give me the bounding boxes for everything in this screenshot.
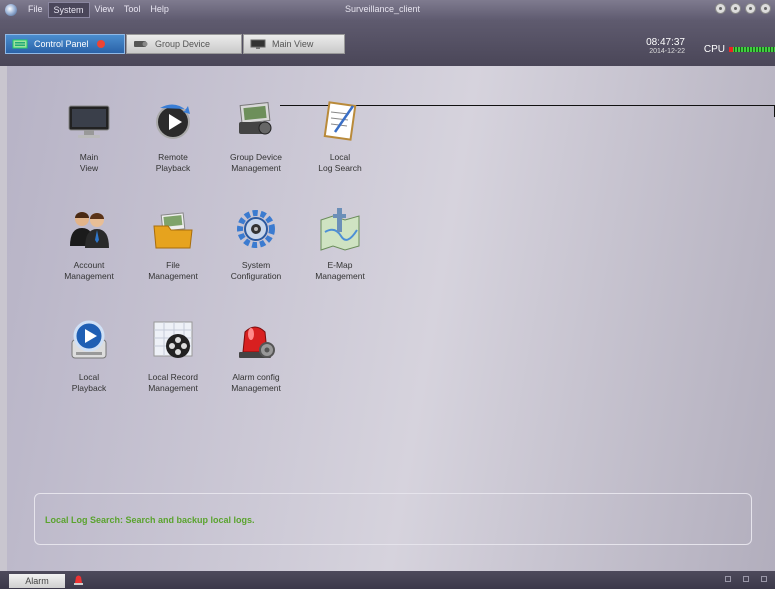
app-logo-icon bbox=[5, 4, 17, 16]
alarm-config-management-label: Alarm config Management bbox=[231, 372, 281, 393]
window-title: Surveillance_client bbox=[345, 4, 421, 14]
restore-icon[interactable] bbox=[743, 576, 749, 582]
system-configuration-label: System Configuration bbox=[230, 260, 282, 281]
main-view-item[interactable]: Main View bbox=[49, 98, 129, 174]
pin-icon[interactable] bbox=[725, 576, 731, 582]
local-playback-label: Local Playback bbox=[71, 372, 107, 393]
clock: 08:47:37 2014-12-22 bbox=[646, 38, 685, 56]
control-panel-area: Main View Remote Playback Group Device M… bbox=[7, 66, 775, 571]
local-log-search-item[interactable]: Local Log Search bbox=[300, 98, 380, 174]
tab-bar: Control Panel Group Device Main View 08:… bbox=[0, 20, 775, 66]
close-tab-icon[interactable] bbox=[96, 40, 105, 48]
alarm-icon bbox=[239, 326, 275, 358]
menu-bar: File System View Tool Help bbox=[23, 2, 174, 18]
settings-window-button[interactable] bbox=[715, 3, 726, 14]
cpu-label: CPU bbox=[703, 44, 725, 55]
group-device-management-label: Group Device Management bbox=[230, 152, 282, 173]
map-icon bbox=[320, 208, 360, 251]
status-bar-controls bbox=[725, 576, 767, 582]
menu-help[interactable]: Help bbox=[145, 2, 174, 18]
folder-icon bbox=[153, 212, 193, 249]
menu-system[interactable]: System bbox=[47, 2, 90, 18]
log-search-icon bbox=[323, 101, 357, 141]
file-management-item[interactable]: File Management bbox=[133, 206, 213, 282]
close-icon[interactable] bbox=[761, 576, 767, 582]
clock-time: 08:47:37 bbox=[646, 37, 685, 48]
e-map-management-item[interactable]: E-Map Management bbox=[300, 206, 380, 282]
alarm-status-icon[interactable] bbox=[73, 574, 84, 586]
account-icon bbox=[70, 212, 109, 248]
film-icon bbox=[153, 321, 193, 358]
tab-group-device-label: Group Device bbox=[155, 39, 211, 49]
local-log-search-label: Local Log Search bbox=[318, 152, 362, 173]
tab-control-panel[interactable]: Control Panel bbox=[5, 34, 125, 54]
remote-playback-icon bbox=[156, 104, 190, 139]
local-record-management-item[interactable]: Local Record Management bbox=[133, 318, 213, 394]
minimize-button[interactable] bbox=[730, 3, 741, 14]
menu-file[interactable]: File bbox=[23, 2, 48, 18]
main-view-label: Main View bbox=[79, 152, 99, 173]
description-panel: Local Log Search: Search and backup loca… bbox=[34, 493, 752, 545]
local-playback-icon bbox=[71, 320, 107, 359]
tab-control-panel-label: Control Panel bbox=[34, 39, 89, 49]
tab-main-view-label: Main View bbox=[272, 39, 314, 49]
system-configuration-item[interactable]: System Configuration bbox=[216, 206, 296, 282]
maximize-button[interactable] bbox=[745, 3, 756, 14]
remote-playback-item[interactable]: Remote Playback bbox=[133, 98, 213, 174]
gear-icon bbox=[237, 210, 275, 248]
alarm-tab[interactable]: Alarm bbox=[9, 574, 65, 588]
control-panel-icon bbox=[12, 39, 28, 49]
tab-main-view[interactable]: Main View bbox=[243, 34, 345, 54]
account-management-item[interactable]: Account Management bbox=[49, 206, 129, 282]
close-window-button[interactable] bbox=[760, 3, 771, 14]
cpu-usage-meter bbox=[729, 47, 775, 52]
group-device-icon bbox=[239, 102, 272, 135]
alarm-config-management-item[interactable]: Alarm config Management bbox=[216, 318, 296, 394]
window-controls bbox=[715, 3, 771, 14]
monitor-icon bbox=[68, 105, 110, 138]
monitor-icon bbox=[250, 39, 266, 49]
tab-group-device[interactable]: Group Device bbox=[126, 34, 242, 54]
description-text: Local Log Search: Search and backup loca… bbox=[45, 515, 255, 525]
local-record-management-label: Local Record Management bbox=[147, 372, 199, 393]
clock-date: 2014-12-22 bbox=[649, 48, 685, 55]
remote-playback-label: Remote Playback bbox=[155, 152, 191, 173]
file-management-label: File Management bbox=[148, 260, 198, 281]
status-bar: Alarm bbox=[0, 571, 775, 589]
menu-tool[interactable]: Tool bbox=[119, 2, 146, 18]
e-map-management-label: E-Map Management bbox=[315, 260, 365, 281]
group-device-icon bbox=[134, 41, 148, 47]
local-playback-item[interactable]: Local Playback bbox=[49, 318, 129, 394]
group-device-management-item[interactable]: Group Device Management bbox=[216, 98, 296, 174]
menu-view[interactable]: View bbox=[90, 2, 119, 18]
title-bar: File System View Tool Help Surveillance_… bbox=[0, 0, 775, 20]
account-management-label: Account Management bbox=[64, 260, 114, 281]
